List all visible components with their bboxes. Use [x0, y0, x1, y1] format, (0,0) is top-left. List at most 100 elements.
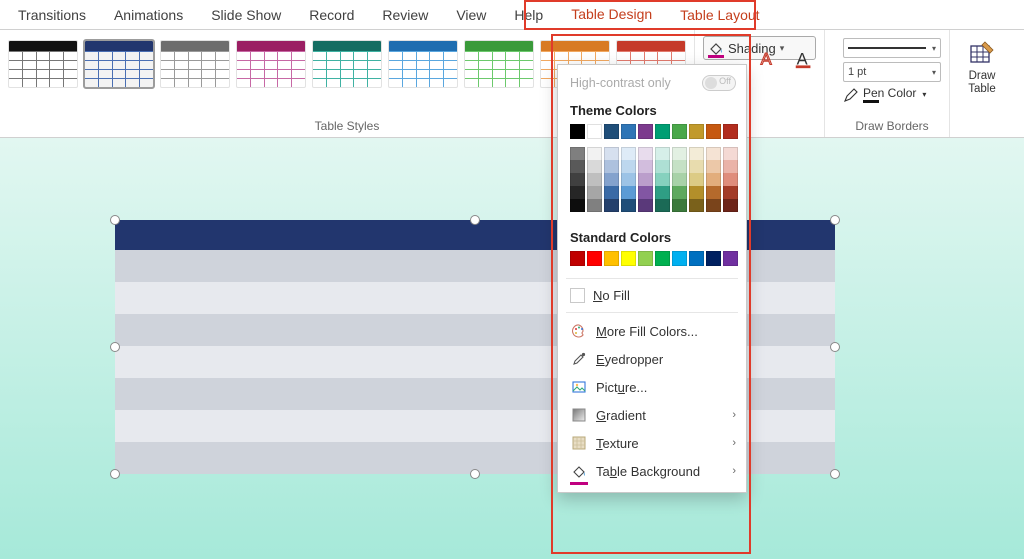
color-swatch[interactable] — [621, 173, 636, 186]
color-swatch[interactable] — [570, 186, 585, 199]
slide-canvas[interactable] — [0, 138, 1024, 559]
color-swatch[interactable] — [655, 160, 670, 173]
color-swatch[interactable] — [672, 173, 687, 186]
table-style-swatch[interactable] — [8, 40, 78, 88]
resize-handle[interactable] — [110, 215, 120, 225]
resize-handle[interactable] — [470, 215, 480, 225]
resize-handle[interactable] — [110, 469, 120, 479]
color-swatch[interactable] — [689, 147, 704, 160]
color-swatch[interactable] — [655, 147, 670, 160]
color-swatch[interactable] — [689, 124, 704, 139]
color-swatch[interactable] — [706, 251, 721, 266]
color-swatch[interactable] — [723, 124, 738, 139]
color-swatch[interactable] — [655, 173, 670, 186]
tab-view[interactable]: View — [442, 1, 500, 29]
color-swatch[interactable] — [587, 199, 602, 212]
color-swatch[interactable] — [723, 160, 738, 173]
eraser-button[interactable]: Eraser — [1016, 40, 1024, 96]
border-style-combo[interactable]: ▾ — [843, 38, 941, 58]
color-swatch[interactable] — [723, 186, 738, 199]
color-swatch[interactable] — [689, 199, 704, 212]
draw-table-button[interactable]: DrawTable — [958, 40, 1006, 96]
color-swatch[interactable] — [570, 173, 585, 186]
color-swatch[interactable] — [638, 124, 653, 139]
color-swatch[interactable] — [621, 124, 636, 139]
color-swatch[interactable] — [723, 147, 738, 160]
color-swatch[interactable] — [689, 251, 704, 266]
tab-record[interactable]: Record — [295, 1, 368, 29]
color-swatch[interactable] — [604, 124, 619, 139]
color-swatch[interactable] — [638, 160, 653, 173]
color-swatch[interactable] — [570, 147, 585, 160]
tab-transitions[interactable]: Transitions — [4, 1, 100, 29]
color-swatch[interactable] — [723, 173, 738, 186]
color-swatch[interactable] — [638, 251, 653, 266]
color-swatch[interactable] — [570, 199, 585, 212]
tab-slide-show[interactable]: Slide Show — [197, 1, 295, 29]
color-swatch[interactable] — [621, 147, 636, 160]
color-swatch[interactable] — [655, 251, 670, 266]
color-swatch[interactable] — [621, 199, 636, 212]
color-swatch[interactable] — [655, 199, 670, 212]
table-style-swatch[interactable] — [312, 40, 382, 88]
color-swatch[interactable] — [638, 173, 653, 186]
color-swatch[interactable] — [689, 186, 704, 199]
color-swatch[interactable] — [706, 186, 721, 199]
high-contrast-toggle[interactable]: Off — [702, 75, 736, 91]
texture-item[interactable]: Texture › — [558, 429, 746, 457]
color-swatch[interactable] — [604, 251, 619, 266]
color-swatch[interactable] — [604, 147, 619, 160]
table-style-swatch[interactable] — [84, 40, 154, 88]
picture-item[interactable]: Picture... — [558, 373, 746, 401]
color-swatch[interactable] — [604, 173, 619, 186]
color-swatch[interactable] — [689, 160, 704, 173]
color-swatch[interactable] — [621, 251, 636, 266]
color-swatch[interactable] — [587, 173, 602, 186]
tab-table-design[interactable]: Table Design — [557, 0, 666, 30]
color-swatch[interactable] — [672, 147, 687, 160]
color-swatch[interactable] — [672, 199, 687, 212]
color-swatch[interactable] — [689, 173, 704, 186]
color-swatch[interactable] — [570, 160, 585, 173]
color-swatch[interactable] — [723, 199, 738, 212]
table-style-swatch[interactable] — [160, 40, 230, 88]
color-swatch[interactable] — [655, 124, 670, 139]
resize-handle[interactable] — [830, 342, 840, 352]
color-swatch[interactable] — [587, 147, 602, 160]
eyedropper-item[interactable]: Eyedropper — [558, 345, 746, 373]
tab-animations[interactable]: Animations — [100, 1, 197, 29]
no-fill-item[interactable]: No Fill — [558, 283, 746, 308]
color-swatch[interactable] — [587, 124, 602, 139]
resize-handle[interactable] — [830, 215, 840, 225]
table-style-swatch[interactable] — [388, 40, 458, 88]
color-swatch[interactable] — [672, 160, 687, 173]
table-background-item[interactable]: Table Background › — [558, 457, 746, 488]
color-swatch[interactable] — [706, 147, 721, 160]
tab-help[interactable]: Help — [500, 1, 557, 29]
color-swatch[interactable] — [604, 186, 619, 199]
color-swatch[interactable] — [621, 160, 636, 173]
color-swatch[interactable] — [638, 199, 653, 212]
color-swatch[interactable] — [723, 251, 738, 266]
tab-table-layout[interactable]: Table Layout — [666, 1, 773, 29]
pen-weight-combo[interactable]: 1 pt ▾ — [843, 62, 941, 82]
color-swatch[interactable] — [587, 186, 602, 199]
color-swatch[interactable] — [706, 124, 721, 139]
color-swatch[interactable] — [638, 147, 653, 160]
color-swatch[interactable] — [655, 186, 670, 199]
resize-handle[interactable] — [470, 469, 480, 479]
resize-handle[interactable] — [110, 342, 120, 352]
color-swatch[interactable] — [604, 160, 619, 173]
text-fill-icon[interactable]: A — [790, 38, 818, 80]
color-swatch[interactable] — [638, 186, 653, 199]
color-swatch[interactable] — [706, 160, 721, 173]
color-swatch[interactable] — [587, 251, 602, 266]
color-swatch[interactable] — [672, 124, 687, 139]
color-swatch[interactable] — [672, 186, 687, 199]
color-swatch[interactable] — [706, 173, 721, 186]
pen-color-button[interactable]: Pen Color ▾ — [843, 86, 941, 103]
color-swatch[interactable] — [672, 251, 687, 266]
table-style-swatch[interactable] — [464, 40, 534, 88]
text-outline-icon[interactable]: A — [754, 38, 782, 80]
resize-handle[interactable] — [830, 469, 840, 479]
